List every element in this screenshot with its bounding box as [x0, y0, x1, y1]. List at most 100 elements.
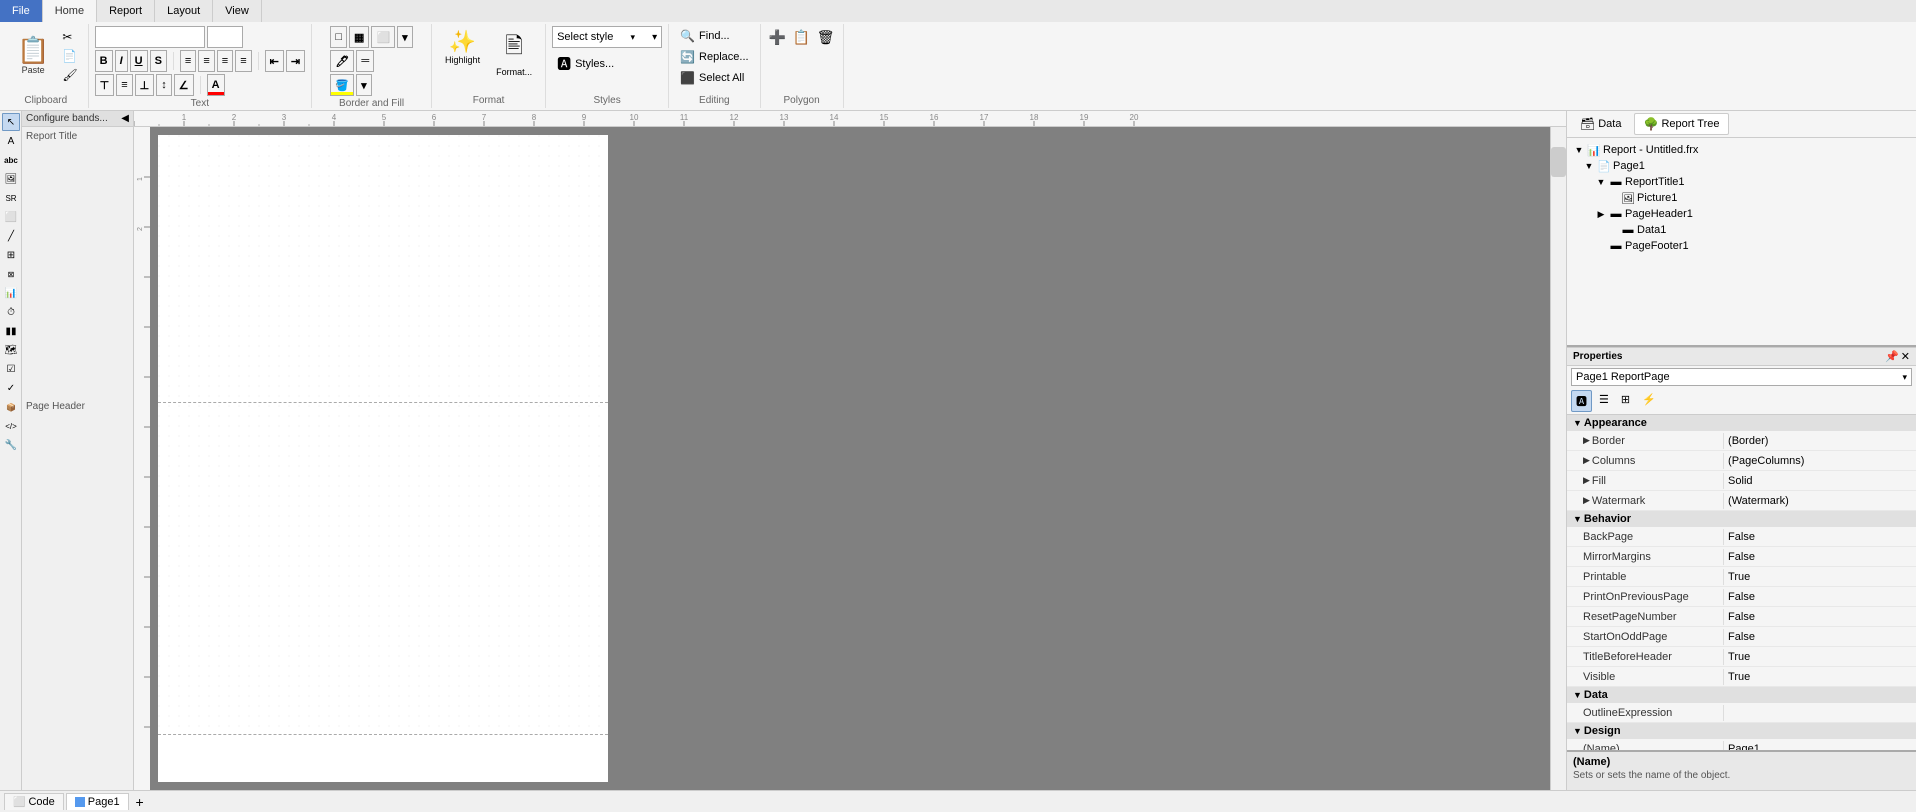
border-dropdown-button[interactable]: ▾ [397, 26, 413, 48]
line-tool-button[interactable]: ╱ [2, 227, 20, 245]
align-right-button[interactable]: ≡ [217, 50, 233, 72]
text-tool-button[interactable]: A [2, 132, 20, 150]
fill-color-button[interactable]: 🪣 [330, 74, 354, 96]
props-grid-button[interactable]: ⊞ [1616, 390, 1635, 412]
fill-dropdown-button[interactable]: ▾ [356, 74, 372, 96]
design-section-header[interactable]: ▼ Design [1567, 723, 1916, 739]
border-all-button[interactable]: ▦ [349, 26, 369, 48]
border-width-button[interactable]: ═ [356, 50, 374, 72]
picture-tool-button[interactable]: 🖼 [2, 170, 20, 188]
polygon-copy-button[interactable]: 📋 [791, 26, 813, 48]
gauge-tool-button[interactable]: ⏱ [2, 303, 20, 321]
checkbox-tool-button[interactable]: ☑ [2, 360, 20, 378]
map-tool-button[interactable]: 🗺 [2, 341, 20, 359]
props-sort-button[interactable]: 🅰 [1571, 390, 1592, 412]
tab-file[interactable]: File [0, 0, 43, 22]
align-left-button[interactable]: ≡ [180, 50, 196, 72]
select-tool-button[interactable]: ↖ [2, 113, 20, 131]
font-name-combo[interactable] [95, 26, 205, 48]
props-watermark-expand[interactable]: ▶ Watermark [1567, 493, 1724, 509]
props-outlineexpression-value[interactable] [1724, 711, 1916, 715]
valign-top-button[interactable]: ⊤ [95, 74, 115, 96]
data-section-header[interactable]: ▼ Data [1567, 687, 1916, 703]
valign-middle-button[interactable]: ≡ [116, 74, 132, 96]
props-titlebeforeheader-value[interactable]: True [1724, 649, 1916, 665]
indent-increase-button[interactable]: ⇥ [286, 50, 305, 72]
barcode-tool-button[interactable]: ▮▮ [2, 322, 20, 340]
shape-tool-button[interactable]: ⬜ [2, 208, 20, 226]
tab-home[interactable]: Home [43, 0, 97, 22]
tree-pageheader1[interactable]: ▶ ▬ PageHeader1 [1571, 206, 1912, 222]
font-color-button[interactable]: A [207, 74, 225, 96]
highlight-button[interactable]: ✨ Highlight [438, 26, 487, 68]
props-object-selector[interactable]: Page1 ReportPage ▾ [1571, 368, 1912, 386]
code-tool-button[interactable]: </> [2, 417, 20, 435]
tree-root[interactable]: ▼ 📊 Report - Untitled.frx [1571, 142, 1912, 158]
table-tool-button[interactable]: ⊞ [2, 246, 20, 264]
chart-tool-button[interactable]: 📊 [2, 284, 20, 302]
find-button[interactable]: 🔍 Find... [675, 26, 735, 46]
props-columns-expand[interactable]: ▶ Columns [1567, 453, 1724, 469]
configure-bands-button[interactable]: Configure bands... [26, 113, 121, 124]
font-size-combo[interactable] [207, 26, 243, 48]
props-printonpreviouspage-value[interactable]: False [1724, 589, 1916, 605]
polygon-delete-button[interactable]: 🗑 [815, 26, 837, 48]
sub-report-tool-button[interactable]: SR [2, 189, 20, 207]
italic-button[interactable]: I [115, 50, 128, 72]
copy-button[interactable]: 📄 [58, 47, 81, 65]
collapse-panel-button[interactable]: ◀ [121, 113, 129, 124]
border-color-button[interactable]: 🖊 [330, 50, 354, 72]
props-printable-value[interactable]: True [1724, 569, 1916, 585]
props-resetpagenumber-value[interactable]: False [1724, 609, 1916, 625]
select-all-button[interactable]: ⬛ Select All [675, 68, 749, 88]
props-fill-expand[interactable]: ▶ Fill [1567, 473, 1724, 489]
tab-view[interactable]: View [213, 0, 262, 22]
border-none-button[interactable]: □ [330, 26, 347, 48]
tree-pagefooter1[interactable]: ▶ ▬ PageFooter1 [1571, 238, 1912, 254]
vertical-scrollbar[interactable] [1550, 127, 1566, 790]
replace-button[interactable]: 🔄 Replace... [675, 47, 753, 67]
format-painter-button[interactable]: 🖌 [58, 66, 81, 84]
polygon-add-button[interactable]: ➕ [767, 26, 789, 48]
abc-tool-button[interactable]: abc [2, 151, 20, 169]
tab-report[interactable]: Report [97, 0, 155, 22]
justify-button[interactable]: ≡ [235, 50, 251, 72]
props-backpage-value[interactable]: False [1724, 529, 1916, 545]
align-center-button[interactable]: ≡ [198, 50, 214, 72]
props-category-button[interactable]: ☰ [1594, 390, 1614, 412]
misc-tool-button[interactable]: 🔧 [2, 436, 20, 454]
report-tree-tab[interactable]: 🌳 Report Tree [1634, 113, 1728, 135]
select-style-dropdown[interactable]: Select style ▾ [552, 26, 662, 48]
paste-button[interactable]: 📋 Paste [10, 26, 56, 86]
properties-close-button[interactable]: ✕ [1901, 350, 1910, 363]
tree-picture1[interactable]: ▶ 🖼 Picture1 [1571, 190, 1912, 206]
angle-button[interactable]: ∠ [174, 74, 194, 96]
props-mirrormargins-value[interactable]: False [1724, 549, 1916, 565]
props-border-expand[interactable]: ▶ Border [1567, 433, 1724, 449]
bold-button[interactable]: B [95, 50, 113, 72]
props-startonoddpage-value[interactable]: False [1724, 629, 1916, 645]
behavior-section-header[interactable]: ▼ Behavior [1567, 511, 1916, 527]
tree-data1[interactable]: ▶ ▬ Data1 [1571, 222, 1912, 238]
canvas-area[interactable] [150, 127, 1550, 790]
tree-page1[interactable]: ▼ 📄 Page1 [1571, 158, 1912, 174]
data-tab[interactable]: 🗃 Data [1571, 113, 1630, 135]
cut-button[interactable]: ✂ [58, 28, 81, 46]
properties-pin-button[interactable]: 📌 [1885, 350, 1899, 363]
zip-tool-button[interactable]: 📦 [2, 398, 20, 416]
underline-button[interactable]: U [130, 50, 148, 72]
props-name-value[interactable]: Page1 [1724, 741, 1916, 751]
valign-bottom-button[interactable]: ⊥ [135, 74, 155, 96]
tree-reporttitle1[interactable]: ▼ ▬ ReportTitle1 [1571, 174, 1912, 190]
indent-decrease-button[interactable]: ⇤ [265, 50, 284, 72]
props-events-button[interactable]: ⚡ [1637, 390, 1661, 412]
add-tab-button[interactable]: + [131, 793, 149, 811]
format-button[interactable]: 🖹 Format... [489, 26, 539, 80]
matrix-tool-button[interactable]: ⊠ [2, 265, 20, 283]
check2-tool-button[interactable]: ✓ [2, 379, 20, 397]
canvas-scroll-area[interactable]: 1 2 [134, 127, 1566, 790]
border-outer-button[interactable]: ⬜ [371, 26, 395, 48]
strikethrough-button[interactable]: S [150, 50, 167, 72]
appearance-section-header[interactable]: ▼ Appearance [1567, 415, 1916, 431]
page1-tab[interactable]: Page1 [66, 793, 129, 810]
